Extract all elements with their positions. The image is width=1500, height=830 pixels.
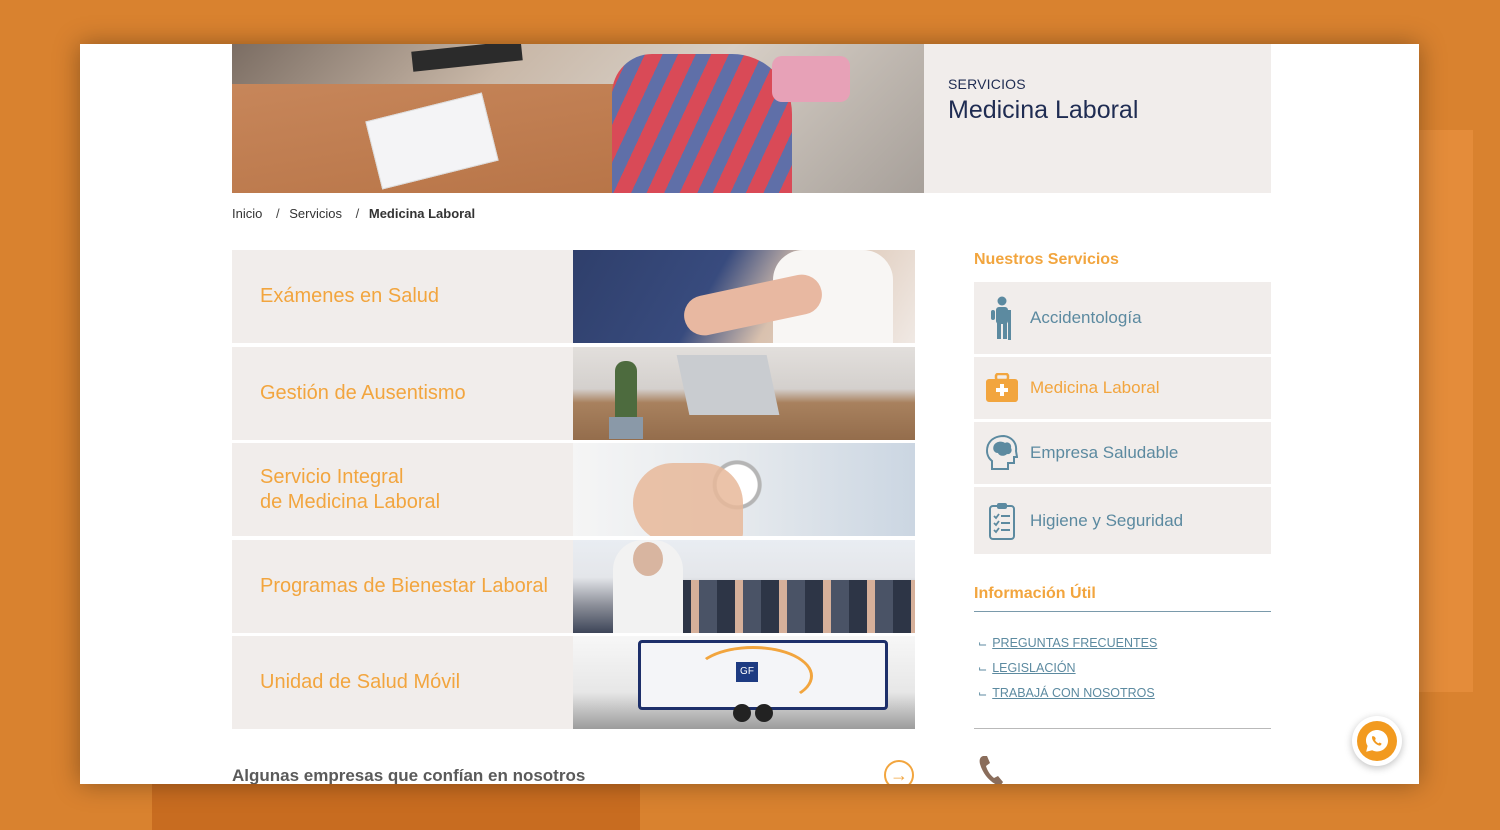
service-list: Exámenes en Salud Gestión de Ausentismo … bbox=[232, 250, 915, 733]
sidebar-item-label: Empresa Saludable bbox=[1030, 443, 1179, 462]
service-card-servicio-integral[interactable]: Servicio Integral de Medicina Laboral bbox=[232, 443, 915, 536]
whatsapp-icon bbox=[1357, 721, 1397, 761]
service-card-ausentismo[interactable]: Gestión de Ausentismo bbox=[232, 346, 915, 440]
sidebar-item-higiene-seguridad[interactable]: Higiene y Seguridad bbox=[974, 487, 1271, 554]
arrow-right-icon[interactable]: → bbox=[884, 760, 914, 784]
info-link-item: ⌙ PREGUNTAS FRECUENTES bbox=[978, 636, 1157, 650]
injured-person-icon bbox=[974, 296, 1030, 340]
sidebar-item-empresa-saludable[interactable]: Empresa Saludable bbox=[974, 422, 1271, 484]
service-card-label: Gestión de Ausentismo bbox=[260, 381, 466, 404]
divider bbox=[974, 611, 1271, 612]
sidebar-title: Nuestros Servicios bbox=[974, 251, 1119, 268]
link-legislacion[interactable]: LEGISLACIÓN bbox=[992, 661, 1075, 675]
whatsapp-button[interactable] bbox=[1352, 716, 1402, 766]
info-link-item: ⌙ TRABAJÁ CON NOSOTROS bbox=[978, 686, 1157, 700]
breadcrumb-servicios[interactable]: Servicios bbox=[289, 206, 342, 221]
sidebar-item-medicina-laboral[interactable]: Medicina Laboral bbox=[974, 357, 1271, 419]
service-card-label: Unidad de Salud Móvil bbox=[260, 671, 461, 693]
service-card-unidad-movil[interactable]: Unidad de Salud Móvil GF bbox=[232, 636, 915, 729]
sidebar-item-accidentologia[interactable]: Accidentología bbox=[974, 282, 1271, 354]
page-title: Medicina Laboral bbox=[948, 96, 1139, 124]
service-card-label: Exámenes en Salud bbox=[260, 285, 440, 307]
medical-briefcase-icon bbox=[974, 373, 1030, 403]
service-card-image bbox=[573, 346, 915, 440]
service-card-bienestar[interactable]: Programas de Bienestar Laboral bbox=[232, 539, 915, 633]
companies-heading: Algunas empresas que confían en nosotros bbox=[232, 766, 586, 784]
corner-bullet-icon: ⌙ bbox=[978, 687, 988, 700]
info-title: Información Útil bbox=[974, 585, 1096, 602]
sidebar-item-label: Accidentología bbox=[1030, 308, 1142, 327]
background-block-bottom bbox=[152, 784, 640, 830]
hero-title-box: SERVICIOS Medicina Laboral bbox=[924, 44, 1271, 193]
service-card-image: GF bbox=[573, 636, 915, 729]
link-preguntas-frecuentes[interactable]: PREGUNTAS FRECUENTES bbox=[992, 636, 1157, 650]
service-card-image bbox=[573, 443, 915, 536]
corner-bullet-icon: ⌙ bbox=[978, 637, 988, 650]
sidebar-item-label: Medicina Laboral bbox=[1030, 378, 1160, 397]
service-card-image bbox=[573, 539, 915, 633]
phone-icon bbox=[978, 754, 1004, 784]
service-card-label: Servicio Integral de Medicina Laboral bbox=[260, 465, 441, 513]
hero-image bbox=[232, 44, 924, 193]
clipboard-checklist-icon bbox=[974, 502, 1030, 540]
service-card-label: Programas de Bienestar Laboral bbox=[260, 574, 548, 597]
breadcrumb-current: Medicina Laboral bbox=[368, 206, 476, 221]
service-card-image bbox=[573, 250, 915, 343]
browser-page: SERVICIOS Medicina Laboral Inicio / Serv… bbox=[80, 44, 1419, 784]
info-links: ⌙ PREGUNTAS FRECUENTES ⌙ LEGISLACIÓN ⌙ T… bbox=[978, 636, 1157, 711]
link-trabaja-con-nosotros[interactable]: TRABAJÁ CON NOSOTROS bbox=[992, 686, 1155, 700]
breadcrumb-inicio[interactable]: Inicio bbox=[232, 206, 262, 221]
sidebar-services: Accidentología Medicina Laboral Empresa … bbox=[974, 282, 1271, 557]
breadcrumb-separator: / bbox=[355, 206, 360, 221]
section-kicker: SERVICIOS bbox=[948, 76, 1026, 92]
info-link-item: ⌙ LEGISLACIÓN bbox=[978, 661, 1157, 675]
sidebar-item-label: Higiene y Seguridad bbox=[1030, 510, 1184, 530]
divider bbox=[974, 728, 1271, 729]
mobile-unit-logo: GF bbox=[736, 662, 758, 682]
corner-bullet-icon: ⌙ bbox=[978, 662, 988, 675]
breadcrumb-separator: / bbox=[275, 206, 280, 221]
breadcrumb: Inicio / Servicios / Medicina Laboral bbox=[232, 206, 479, 221]
service-card-examenes[interactable]: Exámenes en Salud bbox=[232, 250, 915, 343]
head-profile-icon bbox=[974, 435, 1030, 471]
